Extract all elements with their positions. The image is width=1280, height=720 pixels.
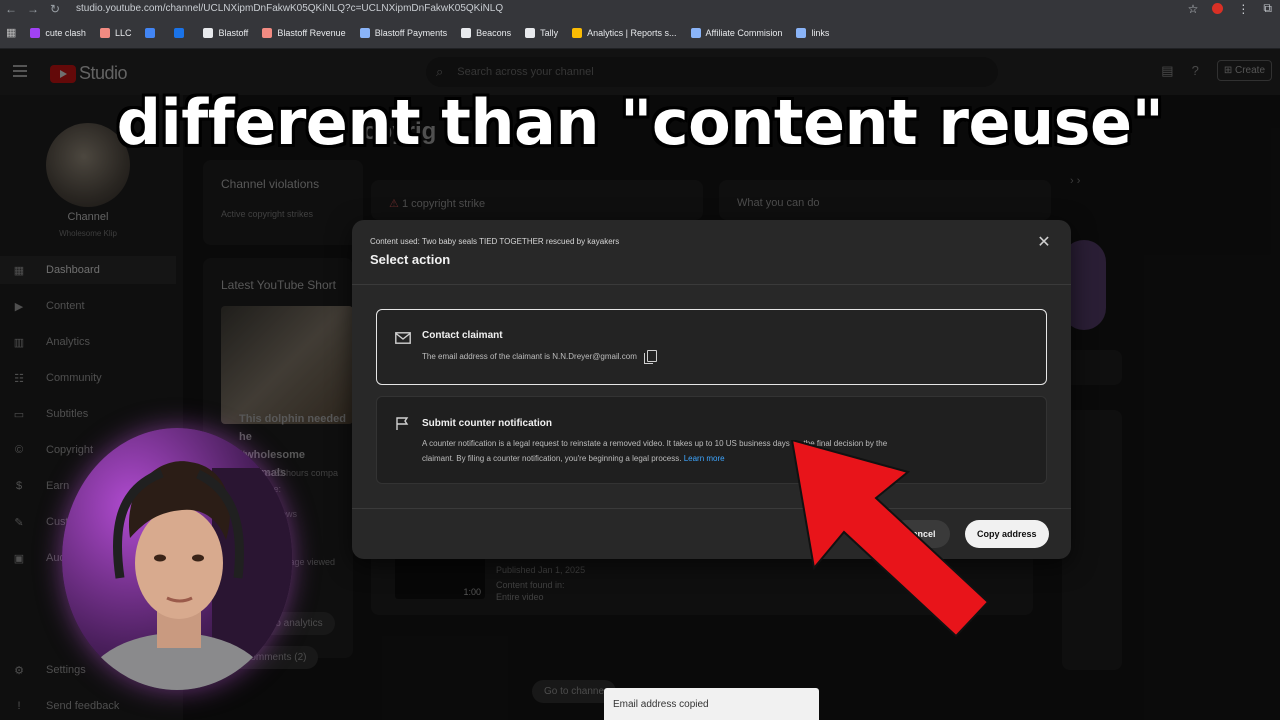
bookmark-favicon-icon — [145, 27, 156, 38]
bookmark-item[interactable]: Tally — [525, 27, 559, 38]
option-description: The email address of the claimant is N.N… — [422, 349, 657, 364]
close-icon[interactable]: ✕ — [1035, 234, 1053, 252]
option-title: Contact claimant — [422, 330, 503, 341]
bookmark-item[interactable]: Analytics | Reports s... — [572, 27, 677, 38]
learn-more-link[interactable]: Learn more — [684, 454, 725, 463]
bookmark-label: Analytics | Reports s... — [587, 27, 677, 38]
webcam-overlay — [62, 428, 292, 690]
address-bar[interactable]: studio.youtube.com/channel/UCLNXipmDnFak… — [76, 3, 503, 14]
bookmark-favicon-icon — [174, 27, 185, 38]
bookmark-item[interactable]: LLC — [99, 27, 132, 38]
bookmark-item[interactable] — [174, 27, 189, 38]
toast-notification: Email address copied — [604, 688, 819, 720]
bookmark-favicon-icon — [99, 27, 110, 38]
bookmark-favicon-icon — [30, 27, 41, 38]
bookmark-item[interactable]: links — [796, 27, 830, 38]
bookmark-item[interactable]: Affiliate Commision — [690, 27, 783, 38]
bookmark-label: Beacons — [476, 27, 512, 38]
apps-grid-icon[interactable]: ▦ — [6, 26, 16, 39]
bookmark-item[interactable]: Blastoff Payments — [359, 27, 448, 38]
back-icon[interactable]: ← — [0, 2, 22, 16]
bookmark-favicon-icon — [572, 27, 583, 38]
bookmark-favicon-icon — [461, 27, 472, 38]
bookmark-favicon-icon — [359, 27, 370, 38]
red-arrow-annotation — [790, 440, 990, 638]
bookmark-favicon-icon — [262, 27, 273, 38]
bookmark-label: Blastoff Revenue — [277, 27, 346, 38]
bookmark-favicon-icon — [690, 27, 701, 38]
bookmark-item[interactable]: Blastoff — [203, 27, 249, 38]
extension-icon[interactable]: ⧉ — [1263, 1, 1272, 16]
bookmark-star-icon[interactable]: ☆ — [1188, 2, 1199, 16]
dialog-title: Select action — [370, 252, 451, 267]
bookmark-item[interactable]: Blastoff Revenue — [262, 27, 346, 38]
content-used-label: Content used: Two baby seals TIED TOGETH… — [370, 237, 620, 246]
bookmark-favicon-icon — [796, 27, 807, 38]
video-caption: different than "content reuse" — [116, 86, 1164, 159]
mail-icon — [395, 331, 411, 345]
bookmark-label: Tally — [540, 27, 559, 38]
bookmark-label: LLC — [114, 27, 132, 38]
bookmark-label: links — [811, 27, 830, 38]
bookmarks-bar: ▦ cute clash LLC Blastoff Blastoff Revenue B… — [0, 17, 1280, 49]
option-title: Submit counter notification — [422, 418, 552, 429]
bookmark-favicon-icon — [203, 27, 214, 38]
bookmark-item[interactable] — [145, 27, 160, 38]
reload-icon[interactable]: ↻ — [44, 2, 66, 16]
forward-icon[interactable]: → — [22, 2, 44, 16]
bookmark-item[interactable]: Beacons — [461, 27, 512, 38]
bookmark-favicon-icon — [525, 27, 536, 38]
menu-dots-icon[interactable]: ⋮ — [1237, 2, 1249, 16]
copy-icon[interactable] — [643, 350, 657, 364]
screen: ← → ↻ studio.youtube.com/channel/UCLNXip… — [0, 0, 1280, 720]
bookmark-label: Affiliate Commision — [705, 27, 783, 38]
divider — [352, 284, 1071, 285]
profile-icon[interactable] — [1212, 3, 1224, 14]
bookmark-item[interactable]: cute clash — [30, 27, 86, 38]
bookmark-label: Blastoff — [218, 27, 249, 38]
flag-icon — [395, 417, 411, 431]
bookmark-label: Blastoff Payments — [374, 27, 448, 38]
option-contact-claimant[interactable]: Contact claimant The email address of th… — [376, 309, 1047, 385]
browser-toolbar: ← → ↻ studio.youtube.com/channel/UCLNXip… — [0, 0, 1280, 17]
bookmark-label: cute clash — [45, 27, 86, 38]
